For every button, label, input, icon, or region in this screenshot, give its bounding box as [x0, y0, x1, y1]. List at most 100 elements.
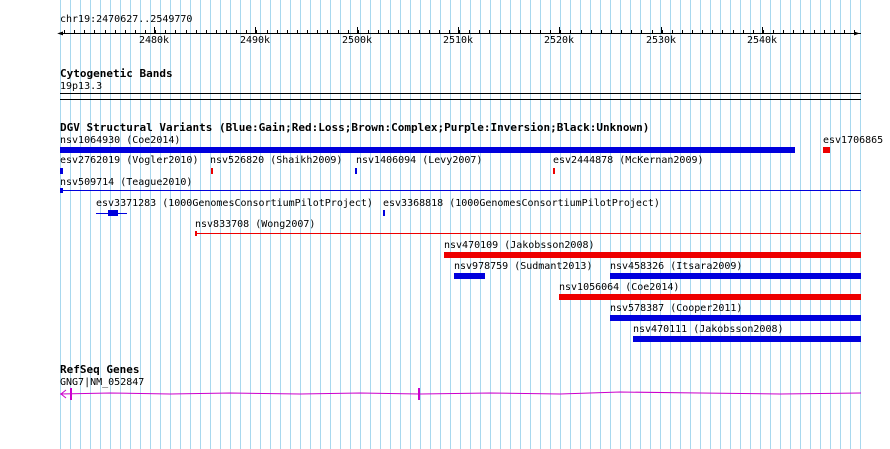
variant-bar[interactable] [553, 168, 555, 174]
feature-label[interactable]: esv2762019 (Vogler2010) [60, 155, 198, 167]
ruler-minor-tick [216, 30, 217, 33]
ruler-minor-tick [358, 30, 359, 33]
variant-line[interactable] [195, 233, 861, 234]
cytoband-track-title[interactable]: Cytogenetic Bands [60, 67, 173, 80]
feature-label[interactable]: nsv509714 (Teague2010) [60, 177, 192, 189]
ruler-minor-tick [368, 30, 369, 33]
ruler-minor-tick [591, 30, 592, 33]
ruler-minor-tick [439, 30, 440, 33]
ruler-minor-tick [854, 30, 855, 33]
ruler-minor-tick [712, 30, 713, 33]
feature-label[interactable]: nsv1056064 (Coe2014) [559, 282, 679, 294]
ruler-minor-tick [662, 30, 663, 33]
feature-label[interactable]: esv3371283 (1000GenomesConsortiumPilotPr… [96, 198, 373, 210]
ruler-minor-tick [733, 30, 734, 33]
ruler-minor-tick [520, 30, 521, 33]
ruler-minor-tick [165, 30, 166, 33]
ruler-minor-tick [256, 30, 257, 33]
feature-label[interactable]: nsv458326 (Itsara2009) [610, 261, 742, 273]
ruler-minor-tick [226, 30, 227, 33]
feature-label[interactable]: nsv1064930 (Coe2014) [60, 135, 180, 147]
variant-bar[interactable] [823, 147, 830, 153]
ruler-minor-tick [419, 30, 420, 33]
variant-bar[interactable] [559, 294, 861, 300]
ruler-minor-tick [560, 30, 561, 33]
ruler-minor-tick [641, 30, 642, 33]
ruler-minor-tick [74, 30, 75, 33]
ruler-minor-tick [408, 30, 409, 33]
ruler-minor-tick [327, 30, 328, 33]
feature-label[interactable]: nsv526820 (Shaikh2009) [210, 155, 342, 167]
feature-label[interactable]: nsv978759 (Sudmant2013) [454, 261, 592, 273]
feature-label[interactable]: esv3368818 (1000GenomesConsortiumPilotPr… [383, 198, 660, 210]
genome-browser-view: chr19:2470627..2549770 ◄ ► 2480k2490k250… [0, 0, 890, 449]
ruler-minor-tick [489, 30, 490, 33]
ruler-minor-tick [246, 30, 247, 33]
cytoband-label[interactable]: 19p13.3 [60, 81, 102, 93]
variant-bar[interactable] [454, 273, 485, 279]
variant-bar[interactable] [633, 336, 861, 342]
ruler-minor-tick [94, 30, 95, 33]
ruler-minor-tick [621, 30, 622, 33]
feature-label[interactable]: esv2444878 (McKernan2009) [553, 155, 704, 167]
ruler-tick-label: 2500k [341, 35, 373, 46]
ruler-minor-tick [530, 30, 531, 33]
variant-bar[interactable] [383, 210, 385, 216]
gene-model[interactable] [0, 384, 890, 404]
ruler-minor-tick [125, 30, 126, 33]
ruler-minor-tick [793, 30, 794, 33]
ruler-tick-label: 2480k [138, 35, 170, 46]
ruler-tick-label: 2490k [239, 35, 271, 46]
variant-bar[interactable] [610, 273, 861, 279]
ruler-minor-tick [611, 30, 612, 33]
variant-bar[interactable] [108, 210, 118, 216]
feature-label[interactable]: nsv1406094 (Levy2007) [356, 155, 482, 167]
variant-bar[interactable] [355, 168, 357, 174]
variant-bar[interactable] [60, 147, 795, 153]
cytoband-bar-top [60, 93, 861, 94]
ruler-minor-tick [581, 30, 582, 33]
ruler-minor-tick [692, 30, 693, 33]
ruler-minor-tick [814, 30, 815, 33]
pan-left-icon[interactable]: ◄ [57, 29, 63, 39]
ruler-minor-tick [743, 30, 744, 33]
ruler-tick-label: 2520k [543, 35, 575, 46]
ruler-minor-tick [236, 30, 237, 33]
ruler-minor-tick [702, 30, 703, 33]
gene-exon [70, 388, 72, 400]
variant-bar[interactable] [211, 168, 213, 174]
ruler-minor-tick [510, 30, 511, 33]
ruler-minor-tick [307, 30, 308, 33]
ruler-minor-tick [105, 30, 106, 33]
feature-label[interactable]: esv1706865 [823, 135, 883, 147]
ruler-minor-tick [297, 30, 298, 33]
variant-bar[interactable] [444, 252, 861, 258]
refseq-track-title[interactable]: RefSeq Genes [60, 363, 139, 376]
ruler-minor-tick [338, 30, 339, 33]
ruler-minor-tick [388, 30, 389, 33]
dgv-track-title[interactable]: DGV Structural Variants (Blue:Gain;Red:L… [60, 121, 649, 134]
ruler-minor-tick [459, 30, 460, 33]
ruler-tick-label: 2540k [746, 35, 778, 46]
ruler-minor-tick [753, 30, 754, 33]
variant-bar[interactable] [195, 231, 197, 236]
ruler-minor-tick [824, 30, 825, 33]
ruler-minor-tick [479, 30, 480, 33]
gene-intron-line [59, 391, 862, 395]
feature-label[interactable]: nsv470109 (Jakobsson2008) [444, 240, 595, 252]
variant-bar[interactable] [60, 168, 63, 174]
variant-bar[interactable] [60, 188, 63, 193]
variant-bar[interactable] [610, 315, 861, 321]
ruler-line [60, 33, 861, 34]
variant-line[interactable] [60, 190, 861, 191]
feature-label[interactable]: nsv578387 (Cooper2011) [610, 303, 742, 315]
ruler-minor-tick [64, 30, 65, 33]
ruler-minor-tick [196, 30, 197, 33]
feature-label[interactable]: nsv470111 (Jakobsson2008) [633, 324, 784, 336]
ruler-minor-tick [398, 30, 399, 33]
gene-exon [418, 388, 420, 400]
ruler-minor-tick [570, 30, 571, 33]
ruler-minor-tick [722, 30, 723, 33]
ruler-minor-tick [550, 30, 551, 33]
feature-label[interactable]: nsv833708 (Wong2007) [195, 219, 315, 231]
